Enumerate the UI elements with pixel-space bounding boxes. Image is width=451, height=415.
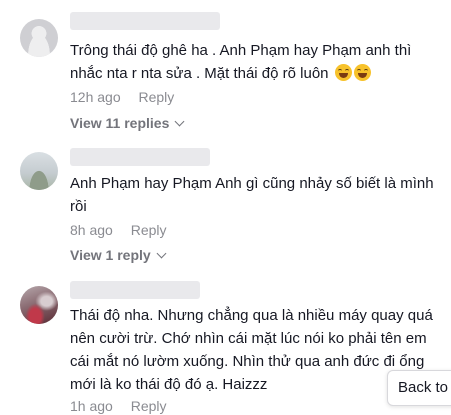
back-to-top-button[interactable]: Back to — [387, 370, 451, 406]
chevron-down-icon — [174, 116, 185, 127]
comment-text: Anh Phạm hay Phạm Anh gì cũng nhảy số bi… — [70, 175, 434, 215]
comment-time: 1h ago — [70, 398, 113, 414]
comment-meta: 8h ago Reply — [70, 221, 167, 239]
comment-meta: 12h ago Reply — [70, 88, 174, 106]
comment-text: Trông thái độ ghê ha . Anh Phạm hay Phạm… — [70, 42, 412, 82]
view-replies-button[interactable]: View 1 reply — [70, 246, 167, 264]
avatar[interactable] — [20, 19, 58, 57]
comment-time: 12h ago — [70, 89, 121, 105]
comment-text: Thái độ nha. Nhưng chẳng qua là nhiều má… — [70, 307, 433, 393]
reply-button[interactable]: Reply — [131, 222, 167, 238]
username-blurred — [70, 12, 220, 30]
avatar[interactable] — [20, 286, 58, 324]
username-blurred — [70, 281, 200, 299]
reply-button[interactable]: Reply — [131, 398, 167, 414]
view-replies-button[interactable]: View 11 replies — [70, 114, 185, 132]
view-replies-label: View 11 replies — [70, 115, 170, 131]
comment-time: 8h ago — [70, 222, 113, 238]
avatar[interactable] — [20, 152, 58, 190]
comment-meta: 1h ago Reply — [70, 397, 167, 415]
reply-button[interactable]: Reply — [139, 89, 175, 105]
view-replies-label: View 1 reply — [70, 247, 151, 263]
username-blurred — [70, 148, 210, 166]
chevron-down-icon — [156, 248, 167, 259]
rolling-laughing-emoji-icon — [334, 64, 352, 81]
rolling-laughing-emoji-icon — [353, 64, 371, 81]
